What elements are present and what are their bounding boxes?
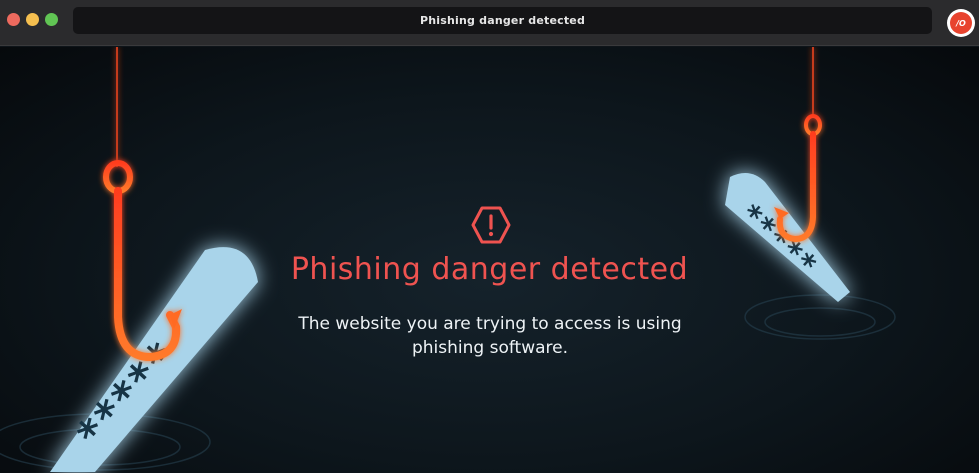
security-extension-icon: /O — [950, 12, 972, 34]
extension-badge-text: /O — [956, 18, 966, 28]
close-window-button[interactable] — [7, 13, 20, 26]
right-fishing-hook-icon — [774, 47, 822, 243]
warning-octagon-icon — [471, 206, 511, 244]
title-bar: Phishing danger detected /O — [0, 0, 979, 46]
window-title: Phishing danger detected — [419, 14, 586, 27]
minimize-window-button[interactable] — [26, 13, 39, 26]
phishing-warning-page: ***** ***** Phishing danger detected The… — [0, 47, 979, 473]
zoom-window-button[interactable] — [45, 13, 58, 26]
security-extension-button[interactable]: /O — [947, 9, 975, 37]
warning-message: The website you are trying to access is … — [298, 314, 682, 358]
address-bar[interactable]: Phishing danger detected — [73, 7, 932, 34]
warning-heading: Phishing danger detected — [290, 252, 689, 287]
water-ripples-right — [744, 294, 896, 340]
